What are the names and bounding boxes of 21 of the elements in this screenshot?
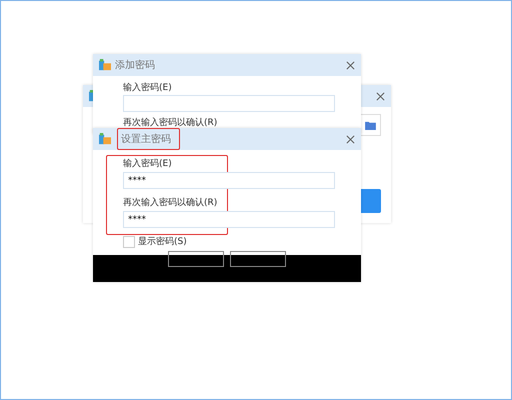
field-label: 再次输入密码以确认(R) (123, 197, 218, 210)
browse-button[interactable] (359, 114, 381, 136)
window-title: 添加密码 (115, 58, 155, 72)
close-icon[interactable] (346, 60, 355, 70)
close-icon[interactable] (346, 134, 355, 144)
action-button[interactable] (359, 189, 381, 213)
app-icon (99, 133, 111, 145)
checkbox-label: 显示密码(S) (138, 236, 187, 248)
password-field[interactable]: **** (123, 211, 335, 228)
dialog-button[interactable] (168, 251, 224, 267)
folder-icon (364, 120, 376, 130)
field-label: 输入密码(E) (123, 82, 173, 94)
app-icon (99, 59, 111, 71)
password-field[interactable]: **** (123, 172, 335, 189)
field-label: 再次输入密码以确认(R) (123, 117, 218, 129)
checkbox[interactable] (123, 236, 135, 248)
password-field[interactable] (123, 95, 335, 112)
field-label: 输入密码(E) (123, 158, 173, 171)
close-icon[interactable] (376, 92, 385, 100)
window-title: 设置主密码 (117, 128, 180, 150)
dialog-button[interactable] (230, 251, 286, 267)
